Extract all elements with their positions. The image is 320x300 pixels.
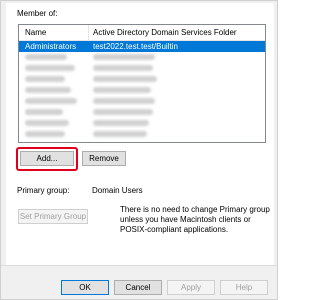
row-name: Administrators: [25, 42, 77, 51]
column-header-folder[interactable]: Active Directory Domain Services Folder: [89, 25, 265, 40]
list-row-obscured[interactable]: [19, 52, 265, 63]
member-of-label: Member of:: [17, 9, 58, 18]
remove-button[interactable]: Remove: [82, 151, 126, 166]
primary-group-note: There is no need to change Primary group…: [120, 205, 270, 234]
list-row-obscured[interactable]: [19, 118, 265, 129]
help-button[interactable]: Help: [220, 280, 268, 295]
row-folder: test2022.test.test/Builtin: [93, 42, 178, 51]
member-of-list[interactable]: Name Active Directory Domain Services Fo…: [18, 24, 266, 143]
column-header-name[interactable]: Name: [19, 25, 89, 40]
list-row-obscured[interactable]: [19, 107, 265, 118]
set-primary-group-button[interactable]: Set Primary Group: [18, 209, 88, 224]
list-row-obscured[interactable]: [19, 63, 265, 74]
list-row-obscured[interactable]: [19, 85, 265, 96]
list-row-obscured[interactable]: [19, 74, 265, 85]
footer-separator: [1, 265, 277, 266]
list-row-selected[interactable]: Administrators test2022.test.test/Builti…: [19, 41, 265, 52]
list-header: Name Active Directory Domain Services Fo…: [19, 25, 265, 41]
list-row-obscured[interactable]: [19, 129, 265, 140]
cancel-button[interactable]: Cancel: [114, 280, 162, 295]
primary-group-label: Primary group:: [17, 186, 70, 195]
ok-button[interactable]: OK: [61, 280, 109, 295]
add-button[interactable]: Add...: [20, 151, 74, 166]
properties-dialog: Member of: Name Active Directory Domain …: [0, 0, 278, 300]
list-row-obscured[interactable]: [19, 96, 265, 107]
primary-group-value: Domain Users: [92, 186, 143, 195]
apply-button[interactable]: Apply: [167, 280, 215, 295]
member-of-tab-panel: Member of: Name Active Directory Domain …: [6, 3, 274, 265]
